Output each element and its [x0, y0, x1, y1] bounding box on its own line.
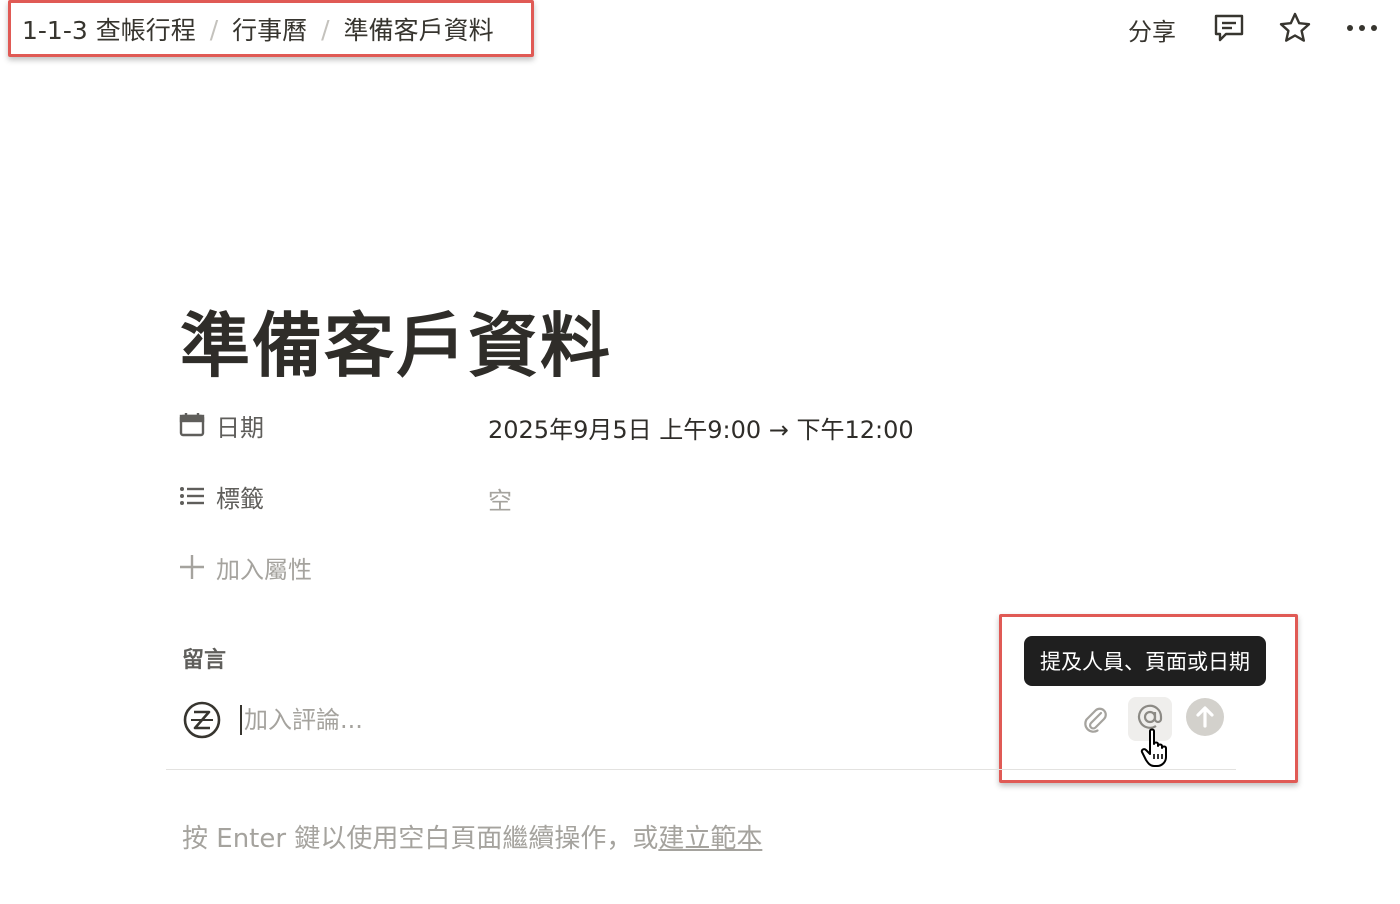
calendar-icon	[178, 411, 206, 439]
more-icon[interactable]	[1344, 10, 1380, 46]
empty-page-hint: 按 Enter 鍵以使用空白頁面繼續操作，或建立範本	[182, 818, 762, 855]
breadcrumb-item-calendar[interactable]: 行事曆	[232, 11, 307, 47]
comment-composer	[182, 698, 744, 742]
breadcrumb-item-current-page[interactable]: 準備客戶資料	[344, 11, 494, 47]
star-icon[interactable]	[1277, 10, 1313, 46]
page-title[interactable]: 準備客戶資料	[180, 290, 612, 391]
send-icon	[1185, 697, 1225, 741]
add-property-label: 加入屬性	[216, 555, 312, 584]
comment-input[interactable]	[244, 706, 744, 734]
share-button[interactable]: 分享	[1128, 12, 1176, 47]
breadcrumb-separator: /	[209, 14, 219, 44]
paperclip-icon[interactable]	[1073, 697, 1117, 741]
property-name-date: 日期	[216, 413, 264, 442]
text-caret	[240, 705, 242, 735]
breadcrumb-item-project[interactable]: 1-1-3 查帳行程	[22, 11, 196, 47]
plus-icon	[178, 553, 206, 581]
list-icon	[178, 482, 206, 510]
property-name-tags: 標籤	[216, 484, 264, 513]
hand-cursor-icon	[1140, 728, 1176, 768]
breadcrumb-separator: /	[321, 14, 330, 44]
divider	[166, 769, 1236, 770]
property-row-tags[interactable]: 標籤	[178, 476, 264, 516]
mention-tooltip: 提及人員、頁面或日期	[1024, 636, 1266, 686]
comments-heading: 留言	[182, 648, 227, 673]
hint-text: 按 Enter 鍵以使用空白頁面繼續操作，或	[182, 824, 659, 854]
add-property-button[interactable]: 加入屬性	[178, 547, 312, 587]
send-button[interactable]	[1183, 697, 1227, 741]
property-value-date[interactable]: 2025年9月5日 上午9:00 → 下午12:00	[488, 410, 914, 445]
create-template-link[interactable]: 建立範本	[658, 824, 762, 854]
comment-icon[interactable]	[1211, 10, 1247, 46]
breadcrumb: 1-1-3 查帳行程 / 行事曆 / 準備客戶資料	[8, 2, 534, 56]
property-row-date[interactable]: 日期	[178, 405, 264, 445]
property-value-tags[interactable]: 空	[488, 481, 512, 516]
top-bar: 1-1-3 查帳行程 / 行事曆 / 準備客戶資料 分享	[0, 0, 1400, 60]
avatar	[182, 700, 222, 740]
